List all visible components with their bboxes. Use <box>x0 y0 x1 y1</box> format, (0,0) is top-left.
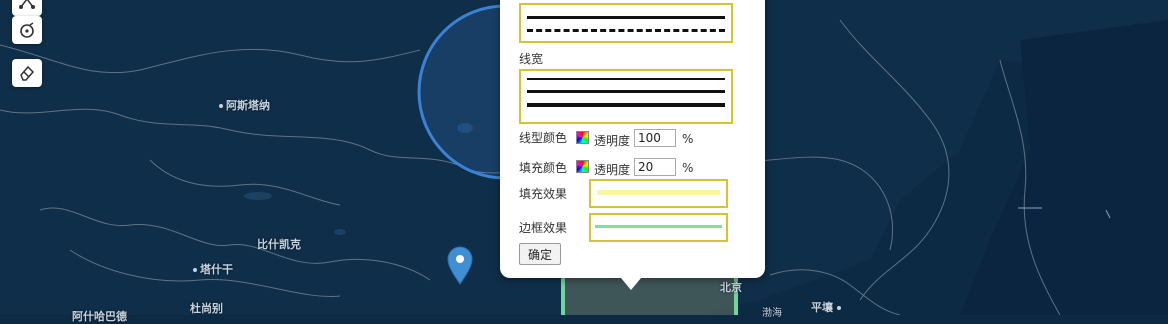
polyline-tool-button[interactable] <box>12 0 42 16</box>
place-label: 阿斯塔纳 <box>219 97 270 113</box>
fill-effect-label: 填充效果 <box>519 187 568 201</box>
place-label: 杜尚别 <box>190 302 223 315</box>
fill-opacity-unit: % <box>682 161 694 175</box>
place-label: 渤海 <box>762 308 782 319</box>
stroke-color-label: 线型颜色 <box>519 131 568 145</box>
linewidth-selector[interactable] <box>519 69 733 124</box>
circle-tool-button[interactable] <box>12 16 42 44</box>
dashed-line-option[interactable] <box>527 29 725 32</box>
stroke-color-picker-icon[interactable] <box>576 131 589 144</box>
place-label: 阿什哈巴德 <box>72 310 127 323</box>
stroke-opacity-input[interactable] <box>634 129 676 147</box>
line-style-selector[interactable] <box>519 3 733 43</box>
fill-effect-preview[interactable] <box>589 179 728 208</box>
fill-opacity-input[interactable] <box>634 158 676 176</box>
place-label: 塔什干 <box>193 261 233 277</box>
fill-color-label: 填充颜色 <box>519 161 568 175</box>
stroke-opacity-unit: % <box>682 132 694 146</box>
confirm-button[interactable]: 确定 <box>519 243 561 265</box>
linewidth-option[interactable] <box>527 90 725 93</box>
fill-opacity-label: 透明度 <box>594 163 631 177</box>
stroke-opacity-label: 透明度 <box>594 134 631 148</box>
fill-color-picker-icon[interactable] <box>576 160 589 173</box>
place-label: 平壤 <box>811 299 844 315</box>
solid-line-option[interactable] <box>527 16 725 19</box>
linewidth-option[interactable] <box>527 78 725 80</box>
border-effect-label: 边框效果 <box>519 221 568 235</box>
linewidth-option[interactable] <box>527 103 725 107</box>
eraser-tool-button[interactable] <box>12 59 42 87</box>
style-panel: 线宽 线型颜色 透明度 % 填充颜色 透明度 % 填充效果 边框效果 确定 <box>500 0 765 290</box>
panel-pointer <box>621 278 641 290</box>
circle-draw-icon <box>20 22 34 38</box>
place-label: 北京 <box>720 281 742 294</box>
place-label: 比什凯克 <box>257 238 301 251</box>
border-effect-preview[interactable] <box>589 213 728 242</box>
linewidth-label: 线宽 <box>519 52 544 66</box>
polyline-icon <box>19 0 35 9</box>
eraser-icon <box>20 65 35 81</box>
